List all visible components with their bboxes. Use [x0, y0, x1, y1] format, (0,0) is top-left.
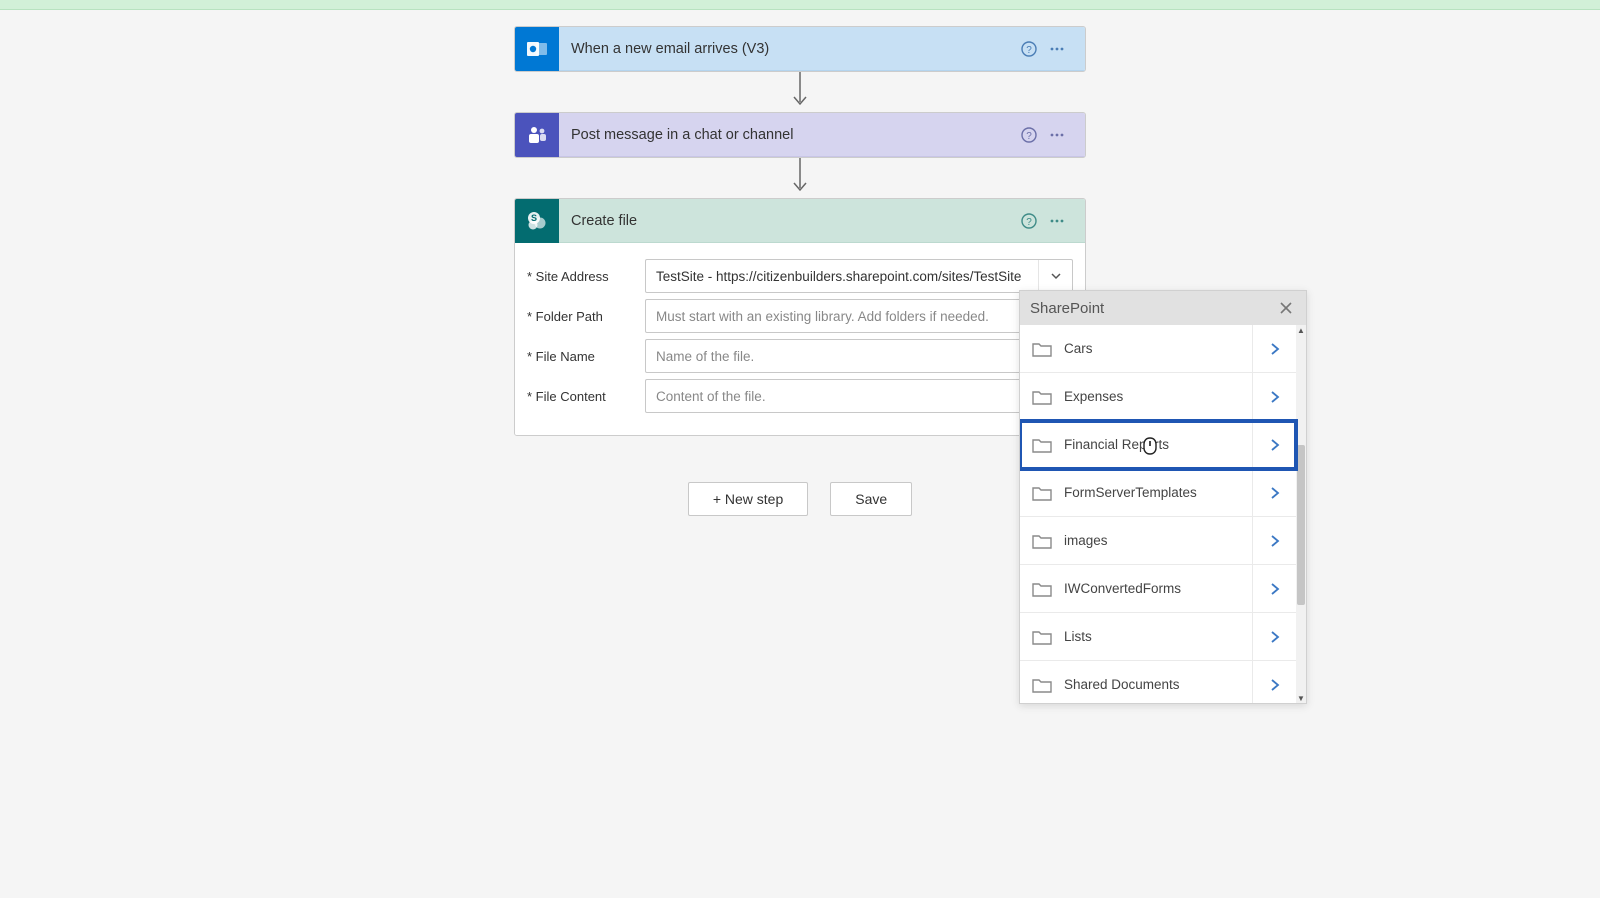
folder-name: Financial Reports — [1064, 437, 1252, 452]
folder-name: FormServerTemplates — [1064, 485, 1252, 500]
chevron-right-icon[interactable] — [1252, 325, 1296, 372]
svg-text:?: ? — [1026, 217, 1032, 228]
folder-row[interactable]: Cars — [1020, 325, 1296, 373]
new-step-button[interactable]: + New step — [688, 482, 808, 516]
folder-row[interactable]: images — [1020, 517, 1296, 565]
action-body: * Site Address TestSite - https://citize… — [515, 243, 1085, 435]
folder-icon — [1020, 677, 1064, 693]
folder-path-label: * Folder Path — [527, 309, 645, 324]
more-icon[interactable] — [1043, 207, 1071, 235]
svg-text:S: S — [531, 213, 537, 223]
folder-row[interactable]: Lists — [1020, 613, 1296, 661]
help-icon[interactable]: ? — [1015, 35, 1043, 63]
file-name-label: * File Name — [527, 349, 645, 364]
chevron-right-icon[interactable] — [1252, 517, 1296, 564]
svg-text:?: ? — [1026, 131, 1032, 142]
help-icon[interactable]: ? — [1015, 121, 1043, 149]
flow-arrow — [514, 158, 1086, 198]
folder-row[interactable]: Expenses — [1020, 373, 1296, 421]
flow-canvas: When a new email arrives (V3) ? Post mes… — [0, 26, 1600, 898]
teams-action-title: Post message in a chat or channel — [559, 127, 1015, 143]
folder-name: Cars — [1064, 341, 1252, 356]
folder-icon — [1020, 629, 1064, 645]
scrollbar-thumb[interactable] — [1297, 445, 1305, 605]
more-icon[interactable] — [1043, 35, 1071, 63]
folder-icon — [1020, 341, 1064, 357]
teams-icon — [515, 113, 559, 157]
chevron-right-icon[interactable] — [1252, 373, 1296, 420]
chevron-right-icon[interactable] — [1252, 613, 1296, 660]
folder-icon — [1020, 533, 1064, 549]
folder-name: Shared Documents — [1064, 677, 1252, 692]
folder-row[interactable]: Shared Documents — [1020, 661, 1296, 703]
svg-text:?: ? — [1026, 45, 1032, 56]
folder-name: IWConvertedForms — [1064, 581, 1252, 596]
folder-row[interactable]: FormServerTemplates — [1020, 469, 1296, 517]
site-address-label: * Site Address — [527, 269, 645, 284]
sharepoint-action-title: Create file — [559, 213, 1015, 229]
folder-row[interactable]: IWConvertedForms — [1020, 565, 1296, 613]
chevron-down-icon[interactable] — [1038, 260, 1072, 292]
help-icon[interactable]: ? — [1015, 207, 1043, 235]
chevron-right-icon[interactable] — [1252, 421, 1296, 468]
scroll-down-icon[interactable]: ▼ — [1296, 693, 1306, 703]
sharepoint-icon: S — [515, 199, 559, 243]
scroll-up-icon[interactable]: ▲ — [1296, 325, 1306, 335]
folder-icon — [1020, 581, 1064, 597]
save-button[interactable]: Save — [830, 482, 912, 516]
notification-banner — [0, 0, 1600, 10]
close-icon[interactable] — [1276, 298, 1296, 318]
outlook-icon — [515, 27, 559, 71]
flow-arrow — [514, 72, 1086, 112]
file-name-input[interactable] — [646, 340, 1072, 372]
chevron-right-icon[interactable] — [1252, 661, 1296, 703]
trigger-title: When a new email arrives (V3) — [559, 41, 1015, 57]
folder-name: Expenses — [1064, 389, 1252, 404]
folder-icon — [1020, 437, 1064, 453]
file-content-label: * File Content — [527, 389, 645, 404]
folder-picker-title: SharePoint — [1030, 300, 1104, 317]
folder-row[interactable]: Financial Reports — [1020, 421, 1296, 469]
folder-name: images — [1064, 533, 1252, 548]
file-content-input[interactable] — [646, 380, 1072, 412]
scrollbar[interactable]: ▲ ▼ — [1296, 325, 1306, 703]
more-icon[interactable] — [1043, 121, 1071, 149]
teams-action-card[interactable]: Post message in a chat or channel ? — [514, 112, 1086, 158]
folder-name: Lists — [1064, 629, 1252, 644]
sharepoint-action-card[interactable]: S Create file ? * Site Address TestSite … — [514, 198, 1086, 436]
folder-path-input[interactable] — [646, 300, 1038, 332]
trigger-card[interactable]: When a new email arrives (V3) ? — [514, 26, 1086, 72]
chevron-right-icon[interactable] — [1252, 469, 1296, 516]
folder-icon — [1020, 389, 1064, 405]
folder-icon — [1020, 485, 1064, 501]
folder-picker-panel: SharePoint Cars Expenses Financial Reports… — [1019, 290, 1307, 704]
site-address-dropdown[interactable]: TestSite - https://citizenbuilders.share… — [645, 259, 1073, 293]
site-address-value: TestSite - https://citizenbuilders.share… — [646, 260, 1038, 292]
chevron-right-icon[interactable] — [1252, 565, 1296, 612]
